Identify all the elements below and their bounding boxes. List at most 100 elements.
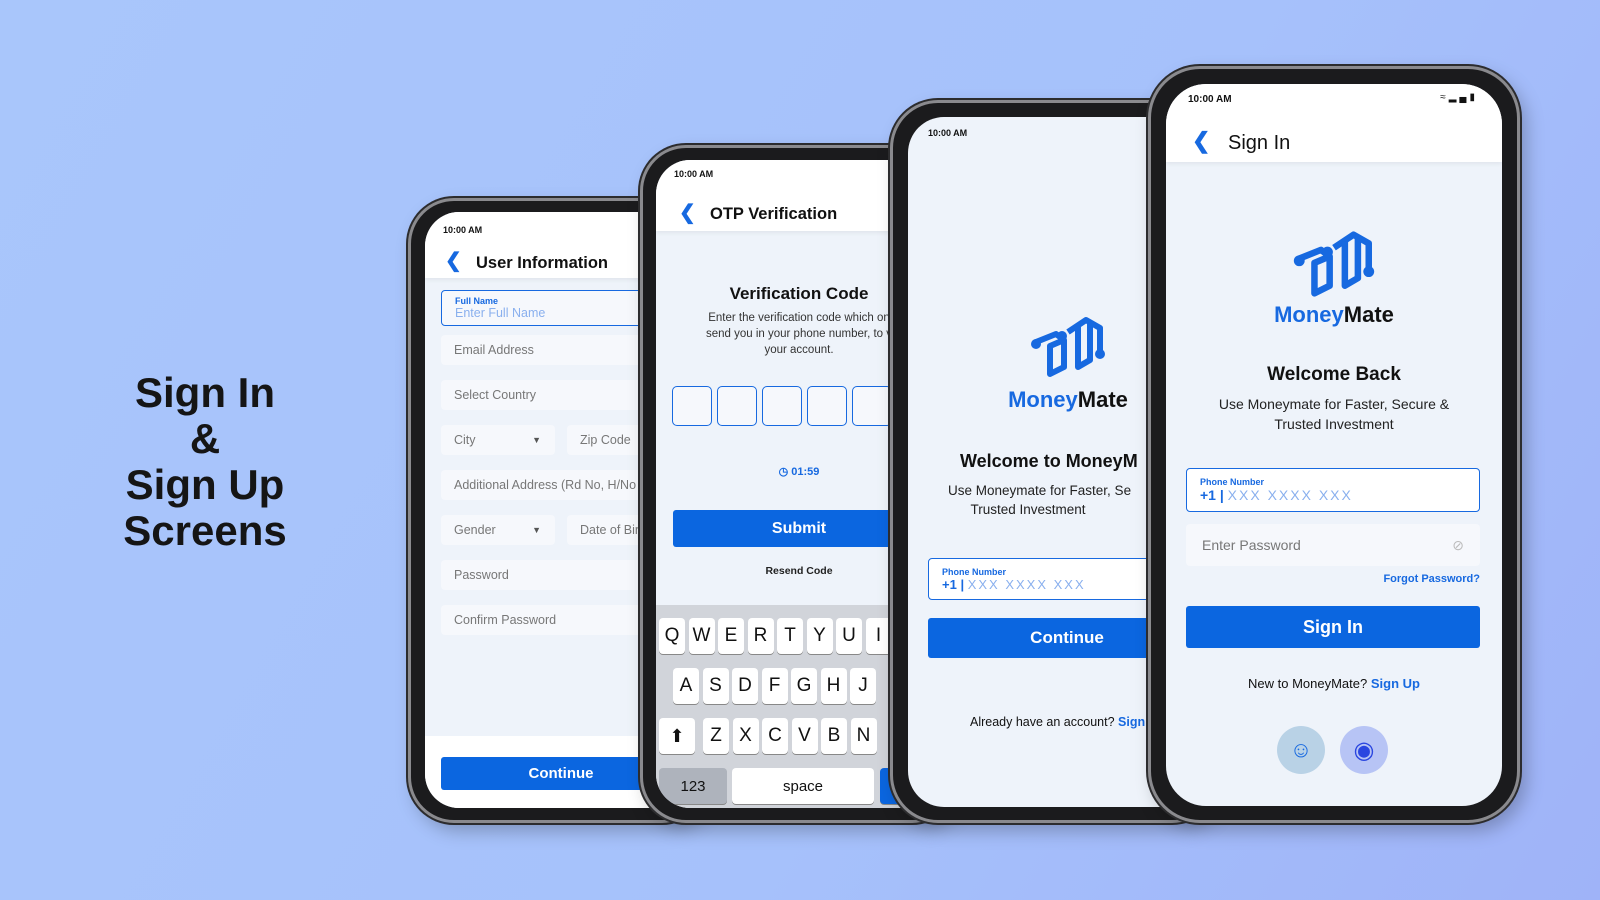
key[interactable]: G [791, 668, 817, 704]
key[interactable]: R [747, 618, 774, 654]
brand-part: Money [1008, 387, 1078, 412]
key[interactable]: V [791, 718, 818, 754]
key[interactable]: C [762, 718, 788, 754]
phone-sign-in: 10:00 AM ≈▂▄▮ ❮ Sign In MoneyMate Welcom… [1148, 66, 1520, 823]
page-title: User Information [476, 254, 609, 272]
sign-up-prompt: New to MoneyMate? Sign Up [1166, 676, 1502, 691]
key[interactable]: Z [703, 718, 729, 754]
fingerprint-icon[interactable]: ◉ [1340, 726, 1388, 774]
key[interactable]: H [820, 668, 847, 704]
key[interactable]: I [865, 618, 892, 654]
placeholder: Additional Address (Rd No, H/No [454, 478, 637, 492]
placeholder: Date of Bir [580, 523, 640, 537]
key[interactable]: N [850, 718, 877, 754]
key[interactable]: J [850, 668, 876, 704]
caret-down-icon: ▼ [532, 525, 541, 535]
text: Trusted Investment [970, 502, 1086, 517]
headline: Sign In & Sign Up Screens [40, 370, 370, 554]
otp-digit-4[interactable] [807, 386, 847, 426]
key[interactable]: E [718, 618, 744, 654]
wifi-icon: ≈ [1440, 92, 1449, 103]
moneymate-logo-icon [1031, 317, 1105, 377]
field-placeholder: XXX XXXX XXX [967, 576, 1086, 592]
page-title: OTP Verification [710, 205, 838, 223]
otp-digit-3[interactable] [762, 386, 802, 426]
eye-off-icon[interactable]: ⊘ [1452, 537, 1464, 554]
brand-part: Money [1274, 302, 1344, 327]
key[interactable]: X [732, 718, 759, 754]
sign-in-prompt: Already have an account? Sign [970, 715, 1145, 729]
key[interactable]: B [821, 718, 847, 754]
sign-in-link[interactable]: Sign [1118, 715, 1145, 729]
submit-button[interactable]: Submit [673, 510, 925, 547]
battery-icon: ▮ [1469, 92, 1478, 103]
status-time: 10:00 AM [1188, 94, 1232, 105]
otp-digit-5[interactable] [852, 386, 892, 426]
caret-down-icon: ▼ [532, 435, 541, 445]
status-time: 10:00 AM [443, 225, 483, 235]
status-time: 10:00 AM [928, 128, 968, 138]
status-icons: ≈▂▄▮ [1440, 92, 1478, 103]
forgot-password-link[interactable]: Forgot Password? [1383, 573, 1480, 585]
brand-name: MoneyMate [1166, 302, 1502, 328]
back-icon[interactable]: ❮ [679, 200, 696, 225]
city-select[interactable]: City ▼ [441, 425, 555, 455]
field-placeholder: Enter Full Name [455, 306, 546, 320]
placeholder: Confirm Password [454, 613, 557, 627]
key[interactable]: D [732, 668, 758, 704]
app-bar: 10:00 AM ≈▂▄▮ ❮ Sign In [1166, 84, 1502, 162]
text: Already have an account? [970, 715, 1115, 729]
space-key[interactable]: space [732, 768, 874, 804]
field-placeholder: XXX XXXX XXX [1227, 487, 1353, 503]
shift-key[interactable]: ⬆ [659, 718, 695, 754]
welcome-heading: Welcome to MoneyM [960, 451, 1138, 471]
status-time: 10:00 AM [674, 169, 714, 179]
key[interactable]: S [702, 668, 729, 704]
otp-digit-2[interactable] [717, 386, 757, 426]
page-title: Sign In [1228, 132, 1291, 154]
placeholder: Zip Code [580, 433, 631, 447]
back-icon[interactable]: ❮ [445, 248, 462, 273]
brand-part: Mate [1343, 302, 1394, 327]
text: Trusted Investment [1274, 416, 1394, 432]
key[interactable]: W [688, 618, 715, 654]
brand-part: Mate [1077, 387, 1128, 412]
key[interactable]: U [836, 618, 862, 654]
sign-in-button[interactable]: Sign In [1186, 606, 1480, 648]
welcome-description: Use Moneymate for Faster, Secure & Truste… [1166, 394, 1502, 434]
headline-line: & [189, 415, 221, 462]
field-label: Full Name [455, 296, 499, 306]
key[interactable]: F [761, 668, 788, 704]
back-icon[interactable]: ❮ [1192, 128, 1210, 154]
otp-digit-1[interactable] [672, 386, 712, 426]
text: New to MoneyMate? [1248, 676, 1368, 691]
signal-icon: ▂▄ [1448, 92, 1470, 103]
screen: 10:00 AM ≈▂▄▮ ❮ Sign In MoneyMate Welcom… [1166, 84, 1502, 806]
numbers-key[interactable]: 123 [659, 768, 727, 804]
sign-up-link[interactable]: Sign Up [1371, 676, 1420, 691]
headline-line: Sign In [135, 369, 275, 416]
country-code: +1 [942, 576, 957, 592]
key[interactable]: A [673, 668, 699, 704]
password-field[interactable]: Enter Password ⊘ [1186, 524, 1480, 566]
phone-number-field[interactable]: Phone Number +1 | XXX XXXX XXX [1186, 468, 1480, 512]
placeholder: Email Address [454, 343, 534, 357]
placeholder: Select Country [454, 388, 536, 402]
country-code: +1 [1200, 487, 1216, 503]
placeholder: Password [454, 568, 509, 582]
key[interactable]: T [777, 618, 803, 654]
face-id-icon[interactable]: ☺ [1277, 726, 1325, 774]
text: Use Moneymate for Faster, Secure & [1218, 396, 1450, 412]
placeholder: Enter Password [1202, 537, 1301, 553]
gender-select[interactable]: Gender ▼ [441, 515, 555, 545]
placeholder: Gender [454, 523, 496, 537]
headline-line: Sign Up Screens [123, 461, 287, 554]
field-label: Phone Number [1200, 477, 1265, 487]
key[interactable]: Q [659, 618, 685, 654]
placeholder: City [454, 433, 476, 447]
key[interactable]: Y [806, 618, 833, 654]
moneymate-logo-icon [1293, 231, 1375, 297]
welcome-heading: Welcome Back [1267, 364, 1401, 385]
clock-icon: ◷ [778, 466, 789, 478]
field-label: Phone Number [942, 566, 1007, 577]
